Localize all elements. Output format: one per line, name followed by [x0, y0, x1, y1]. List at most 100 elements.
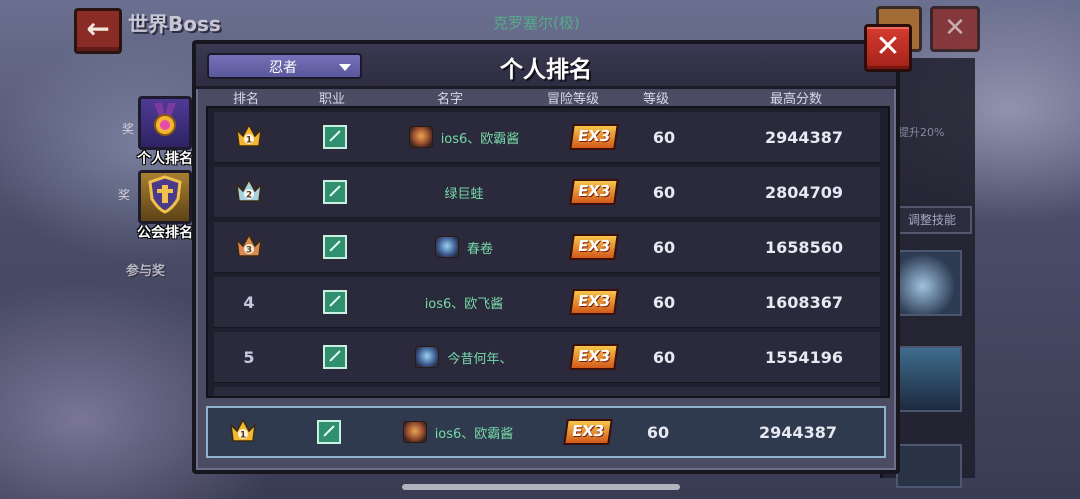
score-cell: 2944387 [734, 112, 874, 162]
player-name[interactable]: 今昔何年、 [447, 348, 512, 367]
ex-rank-badge: EX3 [569, 289, 619, 315]
column-header-rank: 排名 [232, 92, 259, 107]
name-cell: ios6、欧霸酱 [358, 407, 558, 457]
ninja-class-icon [323, 345, 347, 369]
level-value: 60 [652, 182, 676, 202]
column-header-adventure-level: 冒险等级 [546, 92, 599, 107]
score-cell [734, 387, 874, 396]
self-row-content: 1 ios6、欧霸酱 EX3 60 2944387 [208, 407, 874, 457]
ranking-dialog: 忍者 个人排名 排名 职业 名字 冒险等级 等级 最高分数 1 ios6、欧霸酱 E… [192, 40, 900, 474]
column-header-job: 职业 [318, 92, 345, 107]
table-row[interactable]: 1 ios6、欧霸酱 EX3 60 2944387 [214, 112, 880, 163]
tab-personal-ranking[interactable]: 个人排名 [132, 96, 198, 168]
rank-cell: 4 [214, 277, 284, 327]
name-cell: ios6、欧霸酱 [364, 112, 564, 162]
level-value: 60 [652, 292, 676, 312]
score-cell: 2944387 [728, 407, 868, 457]
level-cell: 60 [624, 167, 704, 217]
svg-text:1: 1 [246, 136, 252, 146]
rank-cell: 1 [208, 407, 278, 457]
job-cell [300, 387, 370, 396]
table-row[interactable]: 3 春卷 EX3 60 1658560 [214, 222, 880, 273]
name-cell: ios6、欧飞酱 [364, 277, 564, 327]
background-close-button[interactable]: ✕ [930, 6, 980, 52]
ex-rank-badge: EX3 [569, 124, 619, 150]
skill-slot-2[interactable] [896, 346, 962, 412]
gold-crown-icon: 1 [234, 122, 264, 152]
score-cell: 1608367 [734, 277, 874, 327]
ninja-class-icon [323, 125, 347, 149]
player-name[interactable]: ios6、欧霸酱 [441, 128, 520, 147]
ex-rank-badge: EX3 [569, 344, 619, 370]
gold-crown-icon: 1 [228, 417, 258, 447]
adjust-skills-button[interactable]: 调整技能 [892, 206, 972, 234]
max-score-value: 1658560 [765, 237, 843, 257]
rank-number: 4 [243, 292, 255, 312]
close-button[interactable]: ✕ [864, 24, 912, 72]
shield-icon [138, 170, 192, 224]
rank-cell: 6 [214, 387, 284, 396]
level-cell: 60 [624, 112, 704, 162]
max-score-value: 2944387 [759, 422, 837, 442]
score-cell: 2804709 [734, 167, 874, 217]
level-cell: 60 [624, 277, 704, 327]
level-value: 60 [652, 127, 676, 147]
player-name[interactable]: ios6、欧霸酱 [435, 423, 514, 442]
bronze-crown-icon: 3 [234, 232, 264, 262]
skill-slot-3[interactable] [896, 444, 962, 488]
home-indicator[interactable] [402, 484, 680, 490]
ex-rank-badge: EX3 [569, 179, 619, 205]
player-avatar-icon [402, 421, 427, 443]
rank-cell: 2 [214, 167, 284, 217]
world-boss-title: 世界Boss [128, 12, 221, 36]
table-row[interactable]: 4 ios6、欧飞酱 EX3 60 1608367 [214, 277, 880, 328]
max-score-value: 2804709 [765, 182, 843, 202]
ninja-class-icon [323, 180, 347, 204]
column-header-max-score: 最高分数 [769, 92, 822, 107]
level-cell: 60 [624, 332, 704, 382]
rank-cell: 1 [214, 112, 284, 162]
level-value: 60 [652, 237, 676, 257]
player-name[interactable]: ios6、欧飞酱 [425, 293, 504, 312]
name-cell: 今昔何年、 [364, 332, 564, 382]
svg-text:1: 1 [240, 431, 246, 441]
boss-name: 克罗塞尔(极) [493, 14, 580, 32]
tab-guild-label: 公会排名 [137, 225, 193, 241]
silver-crown-icon: 2 [234, 177, 264, 207]
back-button[interactable]: ← [74, 8, 122, 54]
skill-slot-1[interactable] [896, 250, 962, 316]
ex-rank-badge: EX3 [563, 419, 613, 445]
max-score-value: 1554196 [765, 347, 843, 367]
column-header-name: 名字 [436, 92, 463, 107]
job-cell [300, 332, 370, 382]
medal-icon [138, 96, 192, 150]
job-cell [300, 222, 370, 272]
level-cell: 60 [618, 407, 698, 457]
table-row[interactable]: 5 今昔何年、 EX3 60 1554196 [214, 332, 880, 383]
tab-personal-label: 个人排名 [137, 151, 193, 167]
rank-number: 5 [243, 347, 255, 367]
ninja-class-icon [323, 290, 347, 314]
ninja-class-icon [317, 420, 341, 444]
player-avatar-icon [434, 236, 459, 258]
bonus-note: 提升20% [898, 126, 945, 139]
score-cell: 1658560 [734, 222, 874, 272]
score-cell: 1554196 [734, 332, 874, 382]
column-header-level: 等级 [642, 92, 669, 107]
player-name[interactable]: 春卷 [467, 238, 493, 257]
svg-text:3: 3 [246, 246, 252, 256]
table-row[interactable]: 6EX360 [214, 387, 880, 396]
name-cell: 春卷 [364, 222, 564, 272]
self-ranking-row: 1 ios6、欧霸酱 EX3 60 2944387 [206, 406, 886, 458]
name-cell [364, 387, 564, 396]
ranking-list[interactable]: 1 ios6、欧霸酱 EX3 60 2944387 2 绿巨蛙 EX3 60 2804709 3 春卷… [206, 106, 890, 398]
player-avatar-icon [408, 126, 433, 148]
level-value: 60 [652, 347, 676, 367]
participation-reward-label: 参与奖 [126, 264, 166, 279]
ninja-class-icon [323, 235, 347, 259]
tab-guild-ranking[interactable]: 公会排名 [132, 170, 198, 242]
table-row[interactable]: 2 绿巨蛙 EX3 60 2804709 [214, 167, 880, 218]
svg-text:2: 2 [246, 191, 252, 201]
level-cell: 60 [624, 387, 704, 396]
player-name[interactable]: 绿巨蛙 [444, 183, 483, 202]
